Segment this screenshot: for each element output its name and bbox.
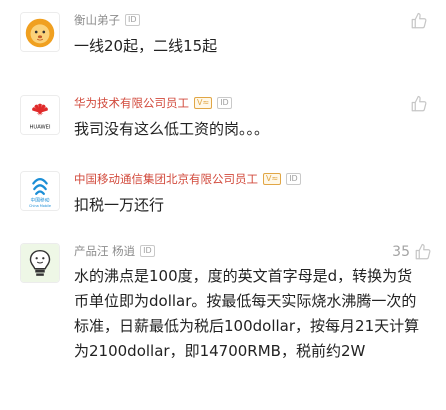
like-count: 35 bbox=[392, 244, 410, 260]
avatar-caption: HUAWEI bbox=[29, 124, 50, 130]
avatar-caption-en: China Mobile bbox=[29, 204, 51, 208]
username[interactable]: 衡山弟子 bbox=[74, 12, 120, 28]
like-button[interactable]: 35 bbox=[392, 243, 432, 261]
id-badge: ID bbox=[286, 173, 301, 185]
comment-item: HUAWEI 华为技术有限公司员工 V≈ ID 我司没有这么低工资的岗。。。 bbox=[0, 85, 446, 165]
comment-item: 产品汪 杨逍 ID 水的沸点是100度，度的英文首字母是d，转换为货币单位即为d… bbox=[0, 235, 446, 410]
username[interactable]: 华为技术有限公司员工 bbox=[74, 95, 189, 111]
comment-text: 水的沸点是100度，度的英文首字母是d，转换为货币单位即为dollar。按最低每… bbox=[74, 267, 420, 360]
comment-meta: 产品汪 杨逍 ID bbox=[74, 243, 155, 259]
verified-badge: V≈ bbox=[194, 97, 213, 109]
user-avatar[interactable]: HUAWEI bbox=[20, 95, 60, 135]
comment-text: 我司没有这么低工资的岗。。。 bbox=[74, 120, 270, 138]
username[interactable]: 产品汪 杨逍 bbox=[74, 243, 135, 259]
cartoon-lion-avatar-icon bbox=[21, 13, 59, 51]
id-badge: ID bbox=[125, 14, 140, 26]
comment-text: 一线20起，二线15起 bbox=[74, 37, 218, 55]
thumbs-up-icon bbox=[415, 243, 431, 260]
id-badge: ID bbox=[217, 97, 232, 109]
comment-item: 衡山弟子 ID 一线20起，二线15起 bbox=[0, 0, 446, 80]
verified-badge: V≈ bbox=[263, 173, 282, 185]
comment-meta: 衡山弟子 ID bbox=[74, 12, 140, 28]
comment-text: 扣税一万还行 bbox=[74, 196, 165, 214]
user-avatar[interactable] bbox=[20, 243, 60, 283]
huawei-logo-icon: HUAWEI bbox=[21, 96, 59, 134]
thumbs-up-icon bbox=[411, 95, 427, 112]
like-button[interactable] bbox=[410, 12, 432, 30]
username[interactable]: 中国移动通信集团北京有限公司员工 bbox=[74, 171, 258, 187]
comment-item: 中国移动 China Mobile 中国移动通信集团北京有限公司员工 V≈ ID… bbox=[0, 165, 446, 235]
china-mobile-logo-icon: 中国移动 China Mobile bbox=[21, 172, 59, 210]
like-button[interactable] bbox=[410, 95, 432, 113]
comment-meta: 中国移动通信集团北京有限公司员工 V≈ ID bbox=[74, 171, 301, 187]
thumbs-up-icon bbox=[411, 12, 427, 29]
user-avatar[interactable] bbox=[20, 12, 60, 52]
lightbulb-avatar-icon bbox=[21, 244, 59, 282]
user-avatar[interactable]: 中国移动 China Mobile bbox=[20, 171, 60, 211]
comment-meta: 华为技术有限公司员工 V≈ ID bbox=[74, 95, 232, 111]
id-badge: ID bbox=[140, 245, 155, 257]
